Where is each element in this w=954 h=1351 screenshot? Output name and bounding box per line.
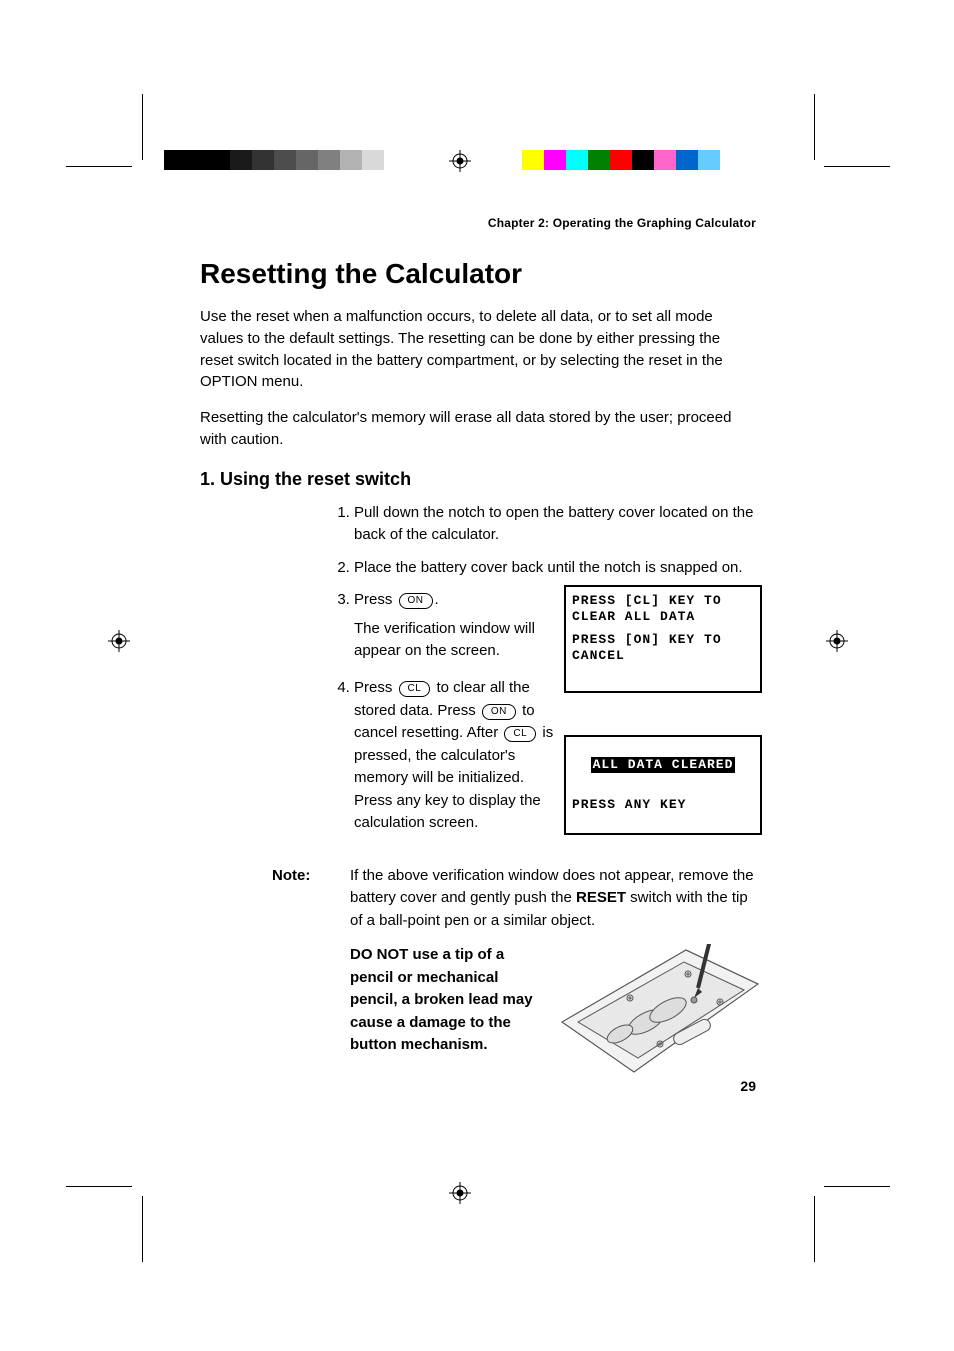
cmyk-color-bar (522, 150, 720, 170)
steps-block: Pull down the notch to open the battery … (330, 502, 756, 835)
grayscale-color-bar (164, 150, 384, 170)
step-item: Place the battery cover back until the n… (354, 557, 756, 580)
text-run: Press (354, 679, 397, 696)
step-text: Place the battery cover back until the n… (354, 557, 756, 580)
page-number: 29 (200, 1078, 756, 1094)
crop-mark (142, 1196, 143, 1262)
step-item: Pull down the notch to open the battery … (354, 502, 756, 547)
keycap-cl: CL (399, 681, 431, 697)
crop-mark (814, 1196, 815, 1262)
subsection-heading: 1. Using the reset switch (200, 469, 756, 490)
text-bold: RESET (576, 889, 626, 906)
lcd-banner: ALL DATA CLEARED (591, 757, 736, 773)
lcd-line: PRESS [ON] KEY TO (572, 632, 754, 648)
note-label: Note: (272, 865, 332, 933)
keycap-cl: CL (504, 726, 536, 742)
registration-mark (108, 630, 130, 652)
page-content: Chapter 2: Operating the Graphing Calcul… (200, 216, 756, 1079)
lcd-line: CLEAR ALL DATA (572, 609, 754, 625)
lcd-line: PRESS ANY KEY (572, 797, 754, 813)
text-run: Press (354, 591, 397, 608)
page-title: Resetting the Calculator (200, 258, 756, 290)
lcd-screens: PRESS [CL] KEY TO CLEAR ALL DATA PRESS [… (564, 585, 762, 835)
crop-mark (814, 94, 815, 160)
crop-mark (66, 166, 132, 167)
step-text: Press ON. The verification window will a… (354, 589, 544, 663)
keycap-on: ON (399, 593, 433, 609)
text-run: The verification window will appear on t… (354, 620, 535, 660)
lcd-verification-screen: PRESS [CL] KEY TO CLEAR ALL DATA PRESS [… (564, 585, 762, 693)
registration-mark (826, 630, 848, 652)
keycap-on: ON (482, 704, 516, 720)
crop-mark (66, 1186, 132, 1187)
step-item: Press CL to clear all the stored data. P… (354, 677, 564, 835)
registration-mark (449, 1182, 471, 1204)
crop-mark (142, 94, 143, 160)
note-block: Note: If the above verification window d… (272, 865, 756, 1080)
registration-mark (449, 150, 471, 172)
lcd-line: CANCEL (572, 648, 754, 664)
text-run: . (435, 591, 439, 608)
step-text: Pull down the notch to open the battery … (354, 502, 756, 547)
intro-paragraph: Use the reset when a malfunction occurs,… (200, 306, 756, 393)
note-warning: DO NOT use a tip of a pencil or mechanic… (350, 944, 540, 1057)
lcd-line: PRESS [CL] KEY TO (572, 593, 754, 609)
intro-paragraph: Resetting the calculator's memory will e… (200, 407, 756, 451)
crop-mark (824, 166, 890, 167)
note-text: If the above verification window does no… (350, 865, 760, 933)
calculator-back-illustration (560, 944, 760, 1079)
lcd-cleared-screen: ALL DATA CLEARED PRESS ANY KEY (564, 735, 762, 835)
crop-mark (824, 1186, 890, 1187)
chapter-header: Chapter 2: Operating the Graphing Calcul… (200, 216, 756, 230)
